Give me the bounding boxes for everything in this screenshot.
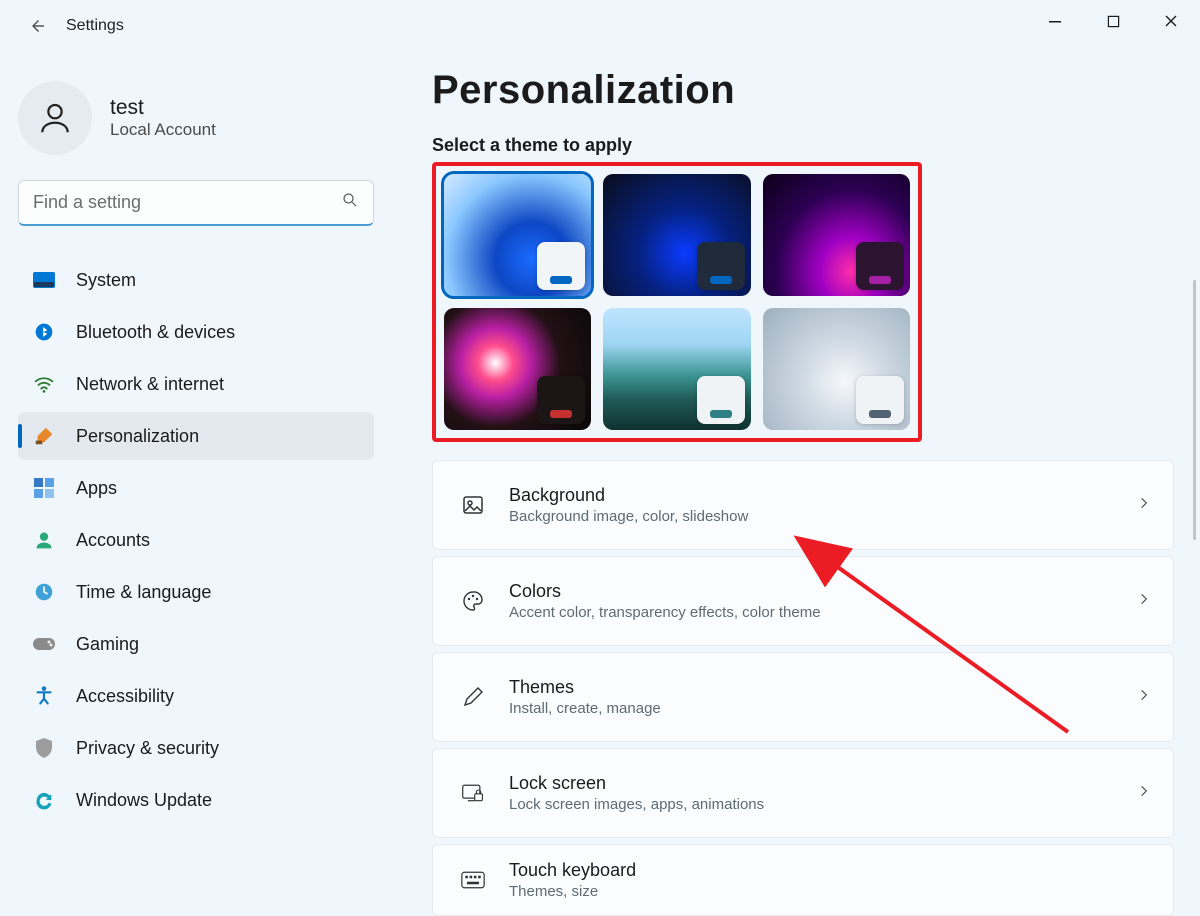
sidebar-item-gaming[interactable]: Gaming [18,620,374,668]
sidebar-item-label: Accounts [76,530,150,551]
option-lock-screen[interactable]: Lock screen Lock screen images, apps, an… [432,748,1174,838]
theme-tile[interactable] [603,308,750,430]
option-subtitle: Accent color, transparency effects, colo… [509,604,821,621]
close-icon [1164,14,1178,28]
window-controls [1026,0,1200,42]
sidebar-item-accounts[interactable]: Accounts [18,516,374,564]
maximize-button[interactable] [1084,0,1142,42]
maximize-icon [1107,15,1120,28]
search-input[interactable] [33,192,341,213]
refresh-icon [32,788,56,812]
sidebar-item-label: Network & internet [76,374,224,395]
user-icon [36,99,74,137]
sidebar-item-label: Personalization [76,426,199,447]
user-name: test [110,96,216,120]
sidebar-item-label: System [76,270,136,291]
option-list: Background Background image, color, slid… [432,460,1174,916]
chevron-right-icon [1137,688,1151,707]
palette-icon [461,589,485,613]
sidebar-item-personalization[interactable]: Personalization [18,412,374,460]
option-subtitle: Themes, size [509,883,636,900]
theme-tile[interactable] [444,308,591,430]
user-block[interactable]: test Local Account [18,78,374,158]
arrow-left-icon [29,17,47,35]
theme-tile[interactable] [763,174,910,296]
sidebar-item-label: Privacy & security [76,738,219,759]
sidebar-item-apps[interactable]: Apps [18,464,374,512]
sidebar-item-network[interactable]: Network & internet [18,360,374,408]
sidebar-item-label: Accessibility [76,686,174,707]
paintbrush-icon [32,424,56,448]
theme-grid [444,174,910,430]
annotation-highlight-box [432,162,922,442]
option-background[interactable]: Background Background image, color, slid… [432,460,1174,550]
option-touch-keyboard[interactable]: Touch keyboard Themes, size [432,844,1174,916]
back-button[interactable] [18,6,58,46]
minimize-button[interactable] [1026,0,1084,42]
bluetooth-icon [32,320,56,344]
display-icon [32,268,56,292]
option-subtitle: Install, create, manage [509,700,661,717]
theme-tile[interactable] [763,308,910,430]
sidebar-item-bluetooth[interactable]: Bluetooth & devices [18,308,374,356]
sidebar-item-label: Windows Update [76,790,212,811]
theme-tile[interactable] [603,174,750,296]
user-subtitle: Local Account [110,120,216,140]
person-icon [32,528,56,552]
theme-section-header: Select a theme to apply [432,135,1174,156]
option-title: Background [509,485,748,506]
option-subtitle: Lock screen images, apps, animations [509,796,764,813]
sidebar-item-accessibility[interactable]: Accessibility [18,672,374,720]
search-icon [341,191,359,214]
gamepad-icon [32,632,56,656]
option-themes[interactable]: Themes Install, create, manage [432,652,1174,742]
sidebar-item-label: Bluetooth & devices [76,322,235,343]
page-title: Personalization [432,68,1174,113]
shield-icon [32,736,56,760]
accessibility-icon [32,684,56,708]
pen-icon [461,685,485,709]
scrollbar[interactable] [1193,280,1196,540]
close-button[interactable] [1142,0,1200,42]
option-title: Lock screen [509,773,764,794]
chevron-right-icon [1137,496,1151,515]
picture-icon [461,493,485,517]
option-title: Themes [509,677,661,698]
option-title: Touch keyboard [509,860,636,881]
sidebar-item-time-language[interactable]: Time & language [18,568,374,616]
app-title: Settings [66,17,124,35]
theme-tile[interactable] [444,174,591,296]
chevron-right-icon [1137,784,1151,803]
sidebar-item-system[interactable]: System [18,256,374,304]
option-subtitle: Background image, color, slideshow [509,508,748,525]
sidebar: test Local Account System Bluetooth & de… [18,78,374,824]
main-panel: Personalization Select a theme to apply [432,68,1174,916]
sidebar-item-label: Gaming [76,634,139,655]
globe-clock-icon [32,580,56,604]
sidebar-item-privacy[interactable]: Privacy & security [18,724,374,772]
lock-icon [461,781,485,805]
search-box[interactable] [18,180,374,226]
sidebar-item-label: Time & language [76,582,211,603]
apps-icon [32,476,56,500]
nav-list: System Bluetooth & devices Network & int… [18,256,374,824]
minimize-icon [1048,14,1062,28]
title-bar: Settings [0,0,1200,52]
option-title: Colors [509,581,821,602]
keyboard-icon [461,868,485,892]
wifi-icon [32,372,56,396]
avatar [18,81,92,155]
sidebar-item-label: Apps [76,478,117,499]
sidebar-item-update[interactable]: Windows Update [18,776,374,824]
chevron-right-icon [1137,592,1151,611]
option-colors[interactable]: Colors Accent color, transparency effect… [432,556,1174,646]
